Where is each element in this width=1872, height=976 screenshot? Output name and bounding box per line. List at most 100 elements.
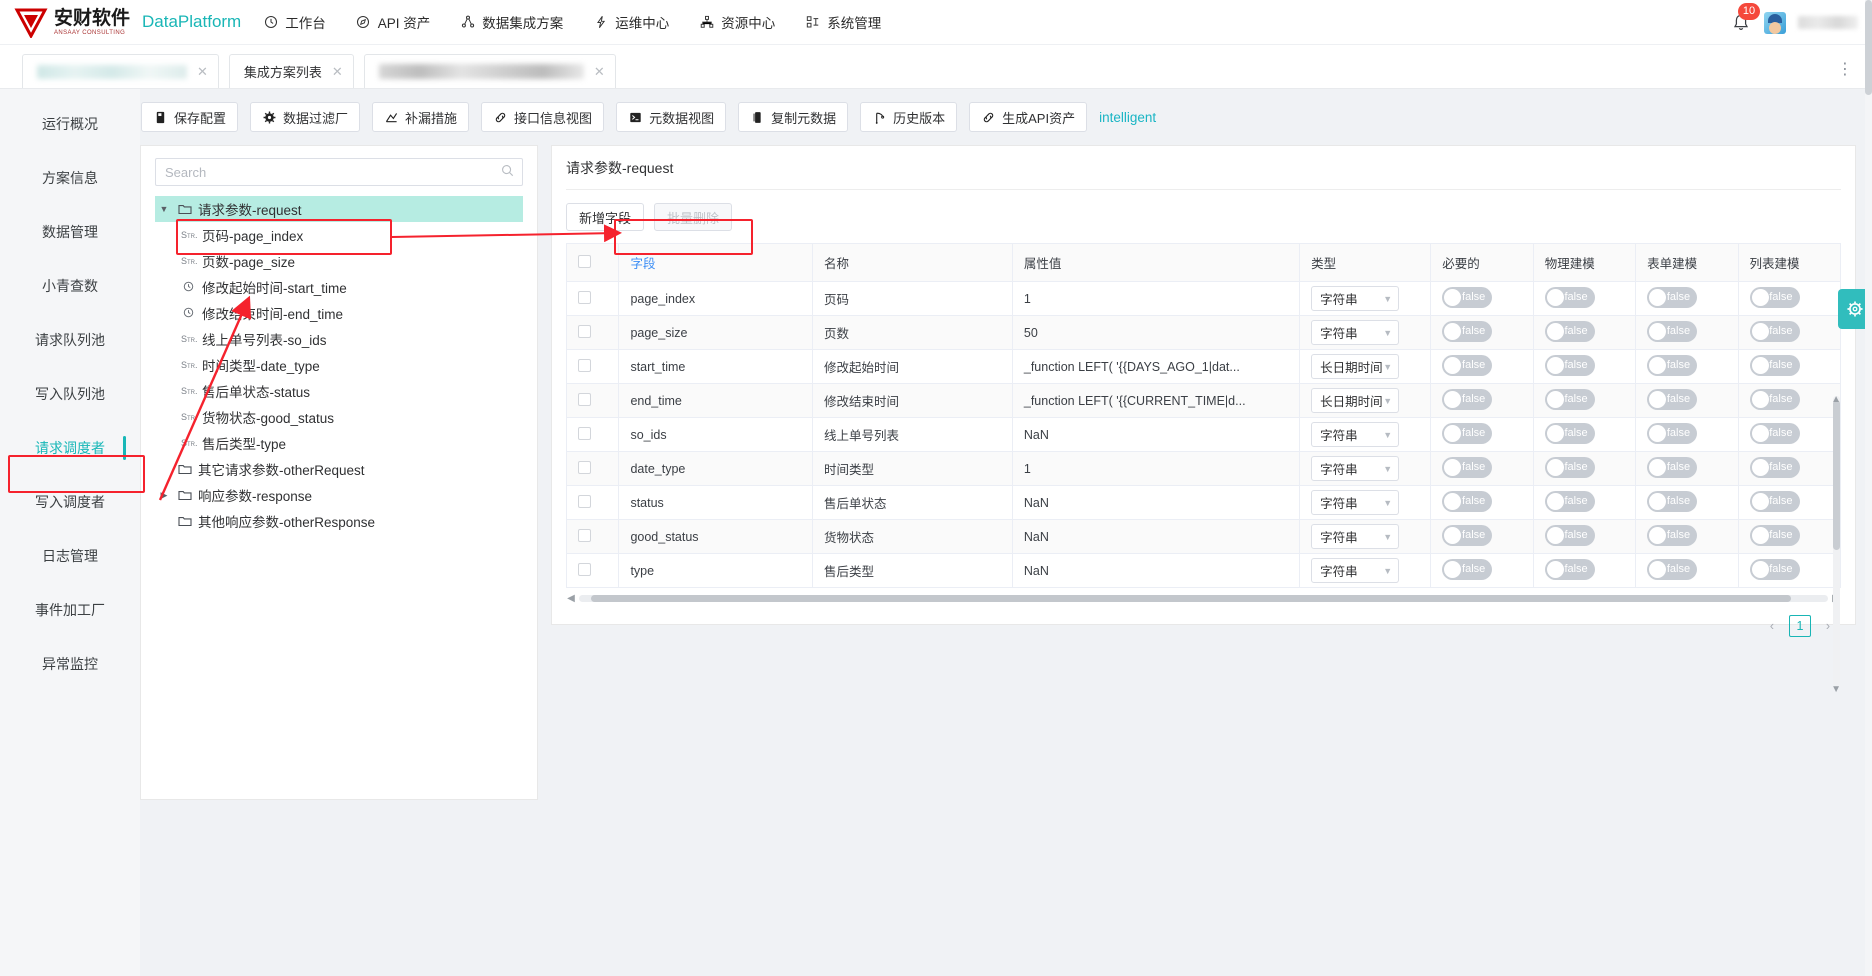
tab-item-blurred-1[interactable]: ✕ xyxy=(22,54,219,88)
tree-node-date-type[interactable]: Str. 时间类型-date_type xyxy=(155,352,523,378)
row-checkbox-cell[interactable] xyxy=(565,519,620,554)
search-input[interactable] xyxy=(156,159,522,185)
cell-list[interactable]: false xyxy=(1738,451,1841,486)
cell-form[interactable]: false xyxy=(1635,281,1739,316)
cell-type[interactable]: 长日期时间 ▼ xyxy=(1299,349,1432,384)
row-checkbox-cell[interactable] xyxy=(565,349,620,384)
select-all-header[interactable] xyxy=(565,243,620,282)
sidebar-item-write-queue-pool[interactable]: 写入队列池 xyxy=(0,379,140,409)
cell-physical[interactable]: false xyxy=(1533,383,1637,418)
cell-value[interactable]: NaN xyxy=(1012,553,1301,588)
notification-bell[interactable]: 10 xyxy=(1730,2,1760,34)
tree-node-so-ids[interactable]: Str. 线上单号列表-so_ids xyxy=(155,326,523,352)
cell-form[interactable]: false xyxy=(1635,349,1739,384)
row-checkbox-cell[interactable] xyxy=(565,485,620,520)
search-box[interactable] xyxy=(155,158,523,186)
pagination-page-1[interactable]: 1 xyxy=(1789,615,1811,637)
cell-physical[interactable]: false xyxy=(1533,451,1637,486)
tree-node-good-status[interactable]: Str. 货物状态-good_status xyxy=(155,404,523,430)
cell-type[interactable]: 字符串 ▼ xyxy=(1299,485,1432,520)
cell-list[interactable]: false xyxy=(1738,519,1841,554)
cell-required[interactable]: false xyxy=(1430,417,1534,452)
table-vertical-scrollbar[interactable] xyxy=(1833,396,1840,686)
cell-list[interactable]: false xyxy=(1738,315,1841,350)
cell-required[interactable]: false xyxy=(1430,349,1534,384)
more-vertical-icon[interactable]: ⋮ xyxy=(1837,59,1854,79)
tab-item-blurred-2[interactable]: ✕ xyxy=(363,54,616,88)
nav-item-resource-center[interactable]: 资源中心 xyxy=(699,12,775,32)
sidebar-item-event-factory[interactable]: 事件加工厂 xyxy=(0,595,140,625)
add-field-button[interactable]: 新增字段 xyxy=(566,203,645,231)
intelligent-link[interactable]: intelligent xyxy=(1099,110,1156,125)
cell-type[interactable]: 长日期时间 ▼ xyxy=(1299,383,1432,418)
tree-node-page-index[interactable]: Str. 页码-page_index xyxy=(155,222,523,248)
cell-value[interactable]: 50 xyxy=(1012,315,1301,350)
sidebar-item-exception-monitor[interactable]: 异常监控 xyxy=(0,649,140,679)
horizontal-scrollbar[interactable]: ◀ ▶ xyxy=(566,593,1841,604)
cell-form[interactable]: false xyxy=(1635,417,1739,452)
row-checkbox[interactable] xyxy=(578,358,591,372)
close-icon[interactable]: ✕ xyxy=(197,64,208,80)
nav-item-system-management[interactable]: 系统管理 xyxy=(805,12,881,32)
nav-item-data-integration[interactable]: 数据集成方案 xyxy=(460,12,563,32)
row-checkbox[interactable] xyxy=(578,562,591,576)
tree-node-response[interactable]: ▶ 响应参数-response xyxy=(155,482,523,508)
cell-physical[interactable]: false xyxy=(1533,519,1637,554)
tree-node-start-time[interactable]: 修改起始时间-start_time xyxy=(155,274,523,300)
row-checkbox-cell[interactable] xyxy=(565,383,620,418)
tree-node-type[interactable]: Str. 售后类型-type xyxy=(155,430,523,456)
scroll-up-icon[interactable]: ▲ xyxy=(1831,394,1841,405)
cell-value[interactable]: _function LEFT( '{{DAYS_AGO_1|dat... xyxy=(1012,349,1301,384)
copy-metadata-button[interactable]: 复制元数据 xyxy=(738,102,849,132)
row-checkbox-cell[interactable] xyxy=(565,315,620,350)
sidebar-item-data-management[interactable]: 数据管理 xyxy=(0,217,140,247)
chevron-down-icon[interactable]: ▼ xyxy=(157,204,171,214)
history-version-button[interactable]: 历史版本 xyxy=(860,102,958,132)
cell-form[interactable]: false xyxy=(1635,485,1739,520)
table-row[interactable]: date_type 时间类型 1 字符串 ▼ false false false … xyxy=(565,451,1841,486)
cell-required[interactable]: false xyxy=(1430,451,1534,486)
cell-physical[interactable]: false xyxy=(1533,281,1637,316)
nav-item-ops-center[interactable]: 运维中心 xyxy=(593,12,669,32)
scroll-left-icon[interactable]: ◀ xyxy=(566,593,576,604)
column-header-field[interactable]: 字段 xyxy=(618,243,814,282)
cell-list[interactable]: false xyxy=(1738,281,1841,316)
save-config-button[interactable]: 保存配置 xyxy=(141,102,239,132)
tree-node-status[interactable]: Str. 售后单状态-status xyxy=(155,378,523,404)
chevron-right-icon[interactable]: ▶ xyxy=(157,490,171,501)
cell-value[interactable]: 1 xyxy=(1012,281,1301,316)
row-checkbox[interactable] xyxy=(578,324,591,338)
cell-physical[interactable]: false xyxy=(1533,349,1637,384)
scroll-down-icon[interactable]: ▼ xyxy=(1831,684,1841,695)
row-checkbox-cell[interactable] xyxy=(565,417,620,452)
cell-value[interactable]: NaN xyxy=(1012,485,1301,520)
tab-item-integration-list[interactable]: 集成方案列表 ✕ xyxy=(228,54,354,88)
cell-value[interactable]: NaN xyxy=(1012,519,1301,554)
cell-required[interactable]: false xyxy=(1430,485,1534,520)
nav-item-api-assets[interactable]: API 资产 xyxy=(356,12,430,32)
cell-physical[interactable]: false xyxy=(1533,315,1637,350)
cell-type[interactable]: 字符串 ▼ xyxy=(1299,281,1432,316)
row-checkbox-cell[interactable] xyxy=(565,281,620,316)
table-row[interactable]: page_index 页码 1 字符串 ▼ false false false f… xyxy=(565,281,1841,316)
brand-logo[interactable]: 安财软件 ANSAAY CONSULTING DataPlatform xyxy=(14,6,241,38)
cell-type[interactable]: 字符串 ▼ xyxy=(1299,519,1432,554)
interface-info-view-button[interactable]: 接口信息视图 xyxy=(481,102,605,132)
cell-list[interactable]: false xyxy=(1738,349,1841,384)
cell-form[interactable]: false xyxy=(1635,519,1739,554)
nav-item-workbench[interactable]: 工作台 xyxy=(263,12,326,32)
table-row[interactable]: page_size 页数 50 字符串 ▼ false false false f… xyxy=(565,315,1841,350)
data-filter-button[interactable]: 数据过滤厂 xyxy=(250,102,361,132)
select-all-checkbox[interactable] xyxy=(578,254,591,268)
cell-value[interactable]: 1 xyxy=(1012,451,1301,486)
table-row[interactable]: start_time 修改起始时间 _function LEFT( '{{DAY… xyxy=(565,349,1841,384)
row-checkbox[interactable] xyxy=(578,426,591,440)
cell-physical[interactable]: false xyxy=(1533,485,1637,520)
cell-value[interactable]: NaN xyxy=(1012,417,1301,452)
cell-form[interactable]: false xyxy=(1635,315,1739,350)
sidebar-item-plan-info[interactable]: 方案信息 xyxy=(0,163,140,193)
cell-required[interactable]: false xyxy=(1430,519,1534,554)
row-checkbox[interactable] xyxy=(578,460,591,474)
cell-required[interactable]: false xyxy=(1430,553,1534,588)
sidebar-item-log-management[interactable]: 日志管理 xyxy=(0,541,140,571)
